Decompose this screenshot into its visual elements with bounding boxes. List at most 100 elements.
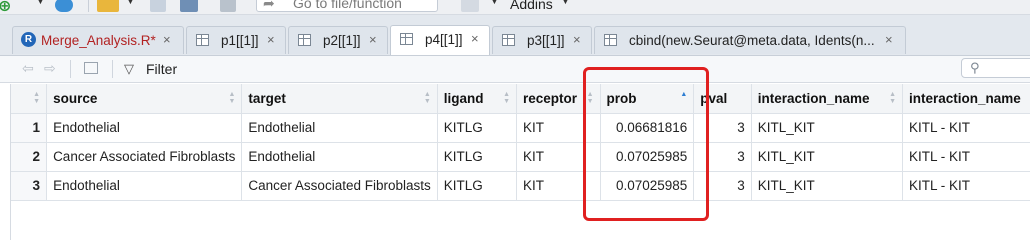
table-row[interactable]: 2 Cancer Associated Fibroblasts Endothel…: [11, 142, 1030, 172]
search-icon: ⚲: [970, 60, 980, 75]
save-all-icon[interactable]: [180, 0, 198, 12]
table-icon: [502, 34, 515, 46]
goto-arrow-icon: ➦: [263, 0, 275, 11]
sort-icon[interactable]: ▲ ▼: [503, 91, 510, 105]
column-header-label: source: [53, 90, 98, 106]
table-row[interactable]: 3 Endothelial Cancer Associated Fibrobla…: [11, 171, 1030, 201]
column-header-label: target: [248, 90, 286, 106]
new-project-icon[interactable]: [55, 0, 73, 12]
close-icon[interactable]: ×: [885, 32, 893, 47]
cell-prob[interactable]: 0.07025985: [600, 142, 695, 172]
print-icon[interactable]: [220, 0, 236, 12]
toolbar-divider: [88, 0, 89, 12]
column-header-prob[interactable]: prob ▲: [600, 84, 695, 114]
cell-interaction-name-2[interactable]: KITL - KIT: [902, 142, 1030, 172]
toolbar-divider: [112, 60, 113, 78]
column-header-label: prob: [606, 90, 637, 106]
cell-target[interactable]: Endothelial: [241, 142, 438, 172]
cell-interaction-name[interactable]: KITL_KIT: [751, 113, 904, 143]
cell-pval[interactable]: 3: [693, 113, 752, 143]
cell-prob[interactable]: 0.06681816: [600, 113, 695, 143]
cell-ligand[interactable]: KITLG: [437, 113, 518, 143]
column-header-interaction-name[interactable]: interaction_name ▲ ▼: [751, 84, 904, 114]
row-number: 1: [11, 113, 48, 143]
cell-pval[interactable]: 3: [693, 142, 752, 172]
new-file-dropdown-icon[interactable]: ▼: [36, 0, 45, 6]
cell-receptor[interactable]: KIT: [516, 113, 601, 143]
column-header-pval[interactable]: pval: [693, 84, 752, 114]
cell-source[interactable]: Endothelial: [46, 171, 243, 201]
data-viewer-toolbar: ⇦ ⇨ ▽ Filter ⚲: [0, 56, 1030, 83]
cell-pval[interactable]: 3: [693, 171, 752, 201]
cell-ligand[interactable]: KITLG: [437, 142, 518, 172]
column-header-label: interaction_name: [909, 90, 1021, 106]
row-number: 2: [11, 142, 48, 172]
column-header-label: ligand: [443, 90, 484, 106]
toolbar-divider: [70, 60, 71, 78]
rownum-header: ▲ ▼: [11, 84, 48, 114]
sort-icon[interactable]: ▲ ▼: [228, 91, 235, 105]
sort-ascending-icon[interactable]: ▲: [680, 91, 687, 98]
addins-menu[interactable]: Addins: [510, 0, 553, 12]
filter-icon[interactable]: ▽: [124, 61, 134, 77]
goto-placeholder: Go to file/function: [293, 0, 402, 11]
cell-receptor[interactable]: KIT: [516, 142, 601, 172]
table-row[interactable]: 1 Endothelial Endothelial KITLG KIT 0.06…: [11, 113, 1030, 143]
cell-receptor[interactable]: KIT: [516, 171, 601, 201]
data-table: ▲ ▼ source ▲ ▼ target ▲ ▼ ligand ▲ ▼ receptor ▲ ▼…: [11, 84, 1030, 201]
tab-p4[interactable]: p4[[1]] ×: [390, 25, 490, 55]
table-icon: [298, 34, 311, 46]
save-icon[interactable]: [150, 0, 166, 12]
sort-icon[interactable]: ▲ ▼: [33, 91, 40, 105]
goto-file-input[interactable]: ➦ Go to file/function: [256, 0, 438, 12]
r-file-icon: R: [21, 32, 36, 47]
tab-p1[interactable]: p1[[1]] ×: [186, 26, 286, 54]
tab-label: p4[[1]]: [425, 32, 463, 47]
workspace-panes-icon[interactable]: [461, 0, 479, 12]
cell-target[interactable]: Cancer Associated Fibroblasts: [241, 171, 438, 201]
column-header-target[interactable]: target ▲ ▼: [241, 84, 438, 114]
column-header-interaction-name-2[interactable]: interaction_name: [902, 84, 1030, 114]
tab-p2[interactable]: p2[[1]] ×: [288, 26, 388, 54]
sort-icon[interactable]: ▲ ▼: [424, 91, 431, 105]
cell-interaction-name-2[interactable]: KITL - KIT: [902, 171, 1030, 201]
workspace-panes-dropdown-icon[interactable]: ▼: [490, 0, 499, 6]
forward-arrow-icon[interactable]: ⇨: [44, 60, 56, 77]
tab-p3[interactable]: p3[[1]] ×: [492, 26, 592, 54]
cell-prob[interactable]: 0.07025985: [600, 171, 695, 201]
cell-ligand[interactable]: KITLG: [437, 171, 518, 201]
cell-source[interactable]: Endothelial: [46, 113, 243, 143]
search-input[interactable]: ⚲: [961, 58, 1030, 78]
table-icon: [604, 34, 617, 46]
tab-label: Merge_Analysis.R*: [41, 33, 156, 48]
column-header-receptor[interactable]: receptor ▲ ▼: [516, 84, 601, 114]
close-icon[interactable]: ×: [163, 32, 171, 47]
filter-button[interactable]: Filter: [146, 61, 177, 77]
tab-merge-analysis[interactable]: R Merge_Analysis.R* ×: [12, 26, 184, 54]
sort-icon[interactable]: ▲ ▼: [889, 91, 896, 105]
open-file-icon[interactable]: [97, 0, 119, 12]
cell-interaction-name[interactable]: KITL_KIT: [751, 171, 904, 201]
new-file-icon[interactable]: ⊕: [0, 0, 11, 14]
tab-label: p3[[1]]: [527, 33, 565, 48]
open-file-dropdown-icon[interactable]: ▼: [126, 0, 135, 6]
popout-icon[interactable]: [84, 62, 98, 74]
sort-icon[interactable]: ▲ ▼: [587, 91, 594, 105]
column-header-source[interactable]: source ▲ ▼: [46, 84, 243, 114]
cell-target[interactable]: Endothelial: [241, 113, 438, 143]
close-icon[interactable]: ×: [471, 31, 479, 46]
back-arrow-icon[interactable]: ⇦: [22, 60, 34, 77]
cell-source[interactable]: Cancer Associated Fibroblasts: [46, 142, 243, 172]
tab-cbind[interactable]: cbind(new.Seurat@meta.data, Idents(n... …: [594, 26, 906, 54]
column-header-ligand[interactable]: ligand ▲ ▼: [437, 84, 518, 114]
cell-interaction-name[interactable]: KITL_KIT: [751, 142, 904, 172]
editor-tab-strip: R Merge_Analysis.R* × p1[[1]] × p2[[1]] …: [0, 15, 1030, 56]
addins-dropdown-icon[interactable]: ▼: [561, 0, 570, 6]
close-icon[interactable]: ×: [267, 32, 275, 47]
cell-interaction-name-2[interactable]: KITL - KIT: [902, 113, 1030, 143]
close-icon[interactable]: ×: [573, 32, 581, 47]
header-row: ▲ ▼ source ▲ ▼ target ▲ ▼ ligand ▲ ▼ receptor ▲ ▼…: [11, 84, 1030, 114]
close-icon[interactable]: ×: [369, 32, 377, 47]
table-icon: [196, 34, 209, 46]
data-grid: ▲ ▼ source ▲ ▼ target ▲ ▼ ligand ▲ ▼ receptor ▲ ▼…: [10, 84, 1030, 240]
